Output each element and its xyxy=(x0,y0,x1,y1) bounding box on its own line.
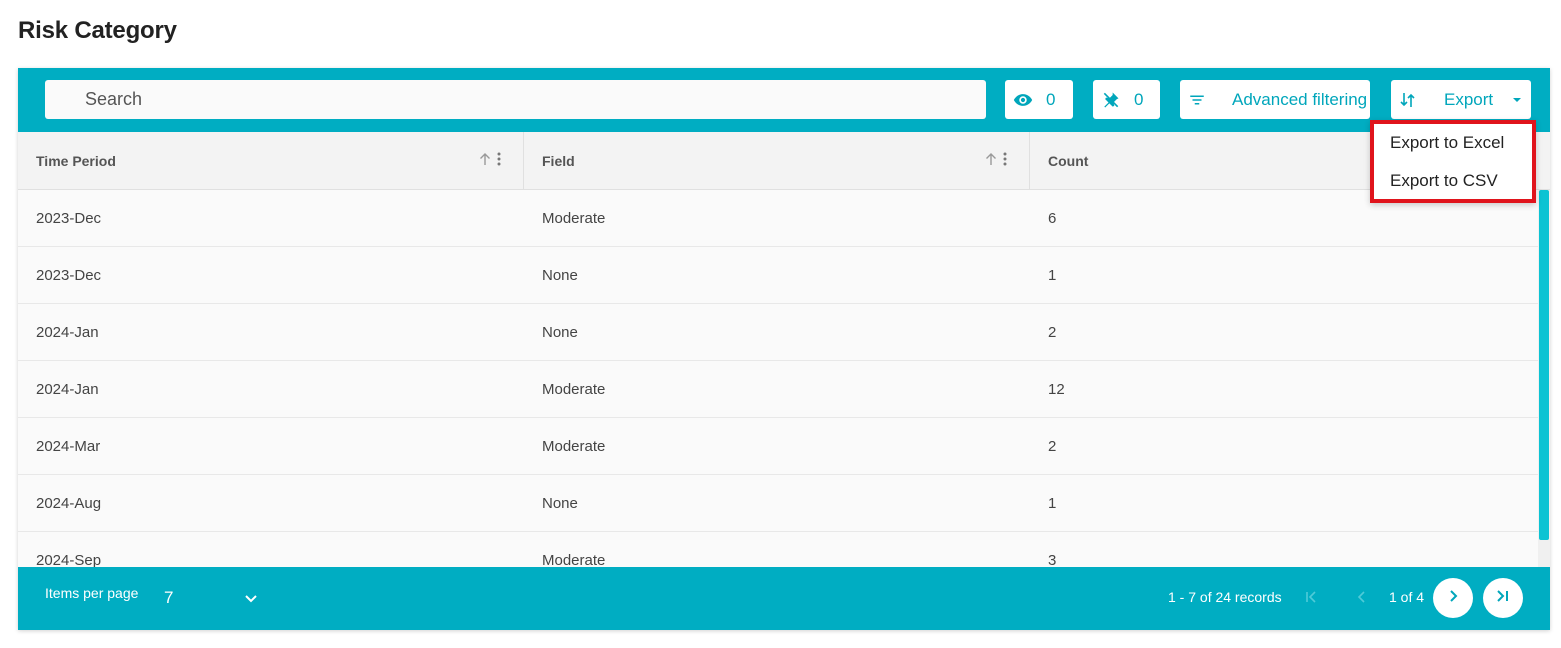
next-page-button[interactable] xyxy=(1433,578,1473,618)
cell-count: 12 xyxy=(1048,381,1065,398)
cell-field: Moderate xyxy=(542,552,606,567)
column-menu-icon[interactable] xyxy=(1003,152,1007,169)
cell-field: None xyxy=(542,324,578,341)
items-per-page-select[interactable]: 7 xyxy=(164,588,173,608)
grid-header: Time Period Field Count xyxy=(18,132,1550,190)
advanced-filtering-button[interactable]: Advanced filtering xyxy=(1180,80,1370,119)
export-to-excel-item[interactable]: Export to Excel xyxy=(1390,133,1504,153)
filter-icon xyxy=(1188,91,1206,109)
hidden-columns-count: 0 xyxy=(1046,89,1056,109)
table-row[interactable]: 2024-Sep Moderate 3 xyxy=(18,532,1538,567)
export-dropdown-menu: Export to Excel Export to CSV xyxy=(1370,120,1536,203)
grid-body: 2023-Dec Moderate 6 2023-Dec None 1 2024… xyxy=(18,190,1550,567)
cell-field: None xyxy=(542,495,578,512)
first-page-icon[interactable] xyxy=(1303,589,1319,610)
advanced-filtering-label: Advanced filtering xyxy=(1232,89,1368,109)
records-summary: 1 - 7 of 24 records xyxy=(1168,589,1282,605)
hidden-columns-button[interactable]: 0 xyxy=(1005,80,1073,119)
table-row[interactable]: 2024-Jan Moderate 12 xyxy=(18,361,1538,418)
cell-time-period: 2023-Dec xyxy=(36,210,102,227)
cell-field: Moderate xyxy=(542,438,606,455)
last-page-button[interactable] xyxy=(1483,578,1523,618)
table-row[interactable]: 2023-Dec Moderate 6 xyxy=(18,190,1538,247)
cell-time-period: 2024-Jan xyxy=(36,324,99,341)
column-header-field[interactable]: Field xyxy=(524,132,1030,189)
cell-time-period: 2024-Mar xyxy=(36,438,101,455)
eye-icon xyxy=(1013,90,1033,110)
grid-pager: Items per page 7 1 - 7 of 24 records 1 o… xyxy=(18,567,1550,630)
export-button[interactable]: Export xyxy=(1391,80,1531,119)
caret-down-icon xyxy=(1512,95,1522,105)
cell-time-period: 2024-Jan xyxy=(36,381,99,398)
cell-time-period: 2023-Dec xyxy=(36,267,102,284)
cell-count: 3 xyxy=(1048,552,1057,567)
chevron-down-icon[interactable] xyxy=(244,591,258,609)
sort-arrow-up-icon[interactable] xyxy=(985,152,997,169)
cell-field: Moderate xyxy=(542,210,606,227)
previous-page-icon[interactable] xyxy=(1354,589,1370,610)
page-indicator: 1 of 4 xyxy=(1389,589,1425,605)
page-title: Risk Category xyxy=(18,17,177,44)
column-header-label: Time Period xyxy=(36,152,116,169)
scrollbar-thumb[interactable] xyxy=(1539,190,1549,540)
table-row[interactable]: 2023-Dec None 1 xyxy=(18,247,1538,304)
items-per-page-label: Items per page xyxy=(45,585,139,601)
cell-field: None xyxy=(542,267,578,284)
chevron-right-icon xyxy=(1446,589,1460,608)
cell-field: Moderate xyxy=(542,381,606,398)
pin-off-icon xyxy=(1101,90,1121,110)
table-row[interactable]: 2024-Jan None 2 xyxy=(18,304,1538,361)
cell-count: 2 xyxy=(1048,438,1057,455)
table-row[interactable]: 2024-Mar Moderate 2 xyxy=(18,418,1538,475)
pinned-columns-button[interactable]: 0 xyxy=(1093,80,1160,119)
column-header-label: Count xyxy=(1048,152,1089,169)
last-page-icon xyxy=(1495,589,1511,608)
cell-count: 1 xyxy=(1048,267,1057,284)
pinned-columns-count: 0 xyxy=(1134,89,1144,109)
search-placeholder: Search xyxy=(85,89,143,109)
cell-count: 2 xyxy=(1048,324,1057,341)
export-label: Export xyxy=(1444,89,1494,109)
column-header-label: Field xyxy=(542,152,575,169)
data-grid: Search 0 0 Advanced filtering Export Tim… xyxy=(18,68,1550,630)
sort-arrow-up-icon[interactable] xyxy=(479,152,491,169)
column-menu-icon[interactable] xyxy=(497,152,501,169)
cell-time-period: 2024-Sep xyxy=(36,552,102,567)
swap-vertical-icon xyxy=(1400,91,1416,109)
export-to-csv-item[interactable]: Export to CSV xyxy=(1390,171,1498,191)
grid-toolbar: Search 0 0 Advanced filtering Export xyxy=(18,68,1550,132)
column-header-time-period[interactable]: Time Period xyxy=(18,132,524,189)
table-row[interactable]: 2024-Aug None 1 xyxy=(18,475,1538,532)
cell-time-period: 2024-Aug xyxy=(36,495,102,512)
cell-count: 1 xyxy=(1048,495,1057,512)
search-input[interactable]: Search xyxy=(45,80,986,119)
cell-count: 6 xyxy=(1048,210,1057,227)
